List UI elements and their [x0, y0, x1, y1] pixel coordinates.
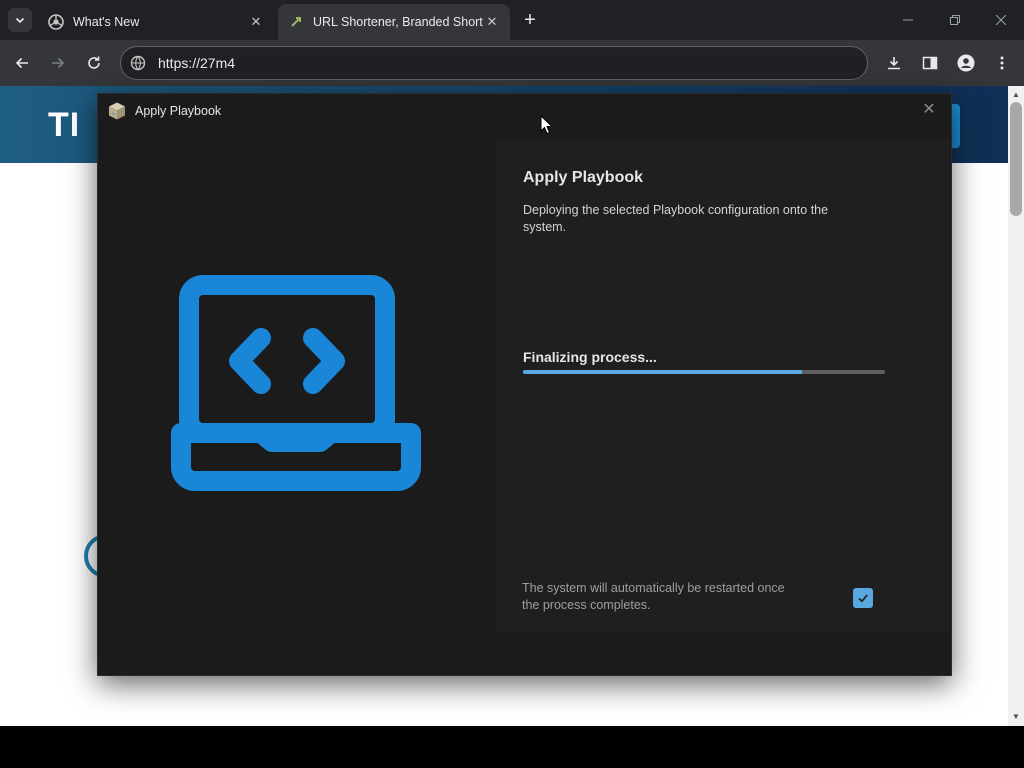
content-pane: Apply Playbook Deploying the selected Pl… [496, 138, 950, 633]
profile-icon [957, 54, 975, 72]
mouse-cursor-icon [540, 115, 554, 135]
side-panel-button[interactable] [918, 51, 942, 75]
new-tab-button[interactable]: + [520, 10, 540, 30]
close-icon[interactable]: ✕ [919, 100, 939, 120]
downloads-button[interactable] [882, 51, 906, 75]
reload-icon [88, 56, 100, 69]
menu-button[interactable] [990, 51, 1014, 75]
scroll-down-icon[interactable]: ▼ [1008, 710, 1024, 724]
reload-button[interactable] [82, 51, 106, 75]
tab-search-button[interactable] [8, 8, 32, 32]
tab-whats-new[interactable]: What's New ✕ [38, 4, 274, 40]
page-title: Apply Playbook [523, 169, 644, 186]
tab-strip: What's New ✕ URL Shortener, Branded Shor… [0, 0, 1024, 40]
more-vert-icon [1000, 56, 1004, 70]
browser-toolbar: https://27m4 [0, 40, 1024, 86]
progress-fill [523, 370, 802, 374]
window-close-icon[interactable] [991, 10, 1011, 30]
site-info-icon[interactable] [130, 55, 146, 71]
taskbar-area [0, 726, 1024, 768]
scroll-up-icon[interactable]: ▲ [1008, 88, 1024, 102]
scroll-thumb[interactable] [1010, 102, 1022, 216]
url-text: https://27m4 [158, 55, 236, 71]
back-button[interactable] [10, 51, 34, 75]
forward-button[interactable] [46, 51, 70, 75]
restart-note: The system will automatically be restart… [522, 581, 785, 612]
arrow-right-icon [52, 57, 65, 69]
tab-url-shortener[interactable]: URL Shortener, Branded Short Links ✕ [278, 4, 510, 40]
description-text: Deploying the selected Playbook configur… [523, 203, 829, 234]
link-favicon-icon [291, 17, 301, 27]
profile-button[interactable] [954, 51, 978, 75]
progress-bar [523, 370, 885, 374]
page-scrollbar[interactable]: ▲ ▼ [1008, 86, 1024, 726]
arrow-left-icon [15, 57, 28, 69]
chevron-down-icon [15, 17, 25, 24]
restore-icon[interactable] [945, 10, 965, 30]
checkmark-icon [858, 594, 868, 603]
minimize-icon[interactable] [898, 10, 918, 30]
close-icon[interactable]: ✕ [484, 14, 500, 30]
package-icon [109, 102, 125, 120]
restart-checkbox[interactable] [853, 588, 873, 608]
dialog-titlebar[interactable]: Apply Playbook ✕ [98, 94, 951, 128]
site-logo[interactable]: TI [48, 106, 80, 145]
chrome-icon [48, 14, 64, 30]
tab-label: What's New [73, 15, 140, 29]
side-panel-icon [922, 56, 938, 70]
dialog-title: Apply Playbook [135, 104, 222, 118]
download-icon [888, 57, 900, 70]
progress-status: Finalizing process... [523, 349, 657, 365]
address-bar[interactable]: https://27m4 [120, 46, 868, 80]
laptop-code-icon [171, 275, 421, 491]
apply-playbook-dialog: Apply Playbook ✕ Apply Playbook Deployin… [97, 93, 952, 676]
tab-label: URL Shortener, Branded Short Links [313, 15, 484, 29]
close-icon[interactable]: ✕ [248, 14, 264, 30]
